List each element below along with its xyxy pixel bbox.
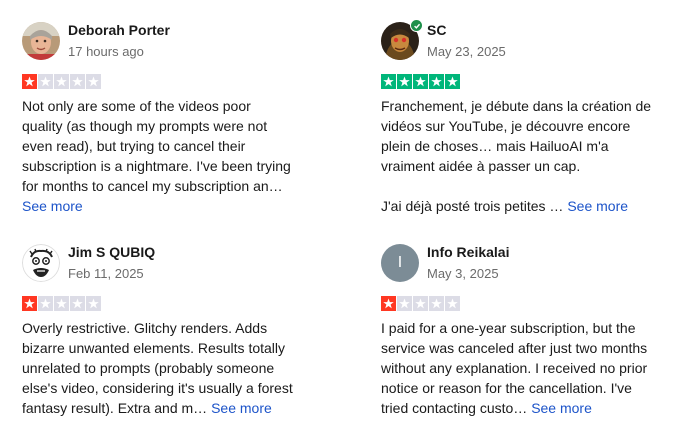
star-icon (38, 74, 53, 89)
star-icon (445, 296, 460, 311)
reviewer-name[interactable]: Deborah Porter (68, 21, 170, 39)
star-icon (397, 296, 412, 311)
review-line: Not only are some of the videos poor (22, 98, 251, 114)
reviewer-name[interactable]: Jim S QUBIQ (68, 243, 155, 261)
review-line: Franchement, je débute dans la création … (381, 98, 652, 114)
review-date: May 23, 2025 (427, 44, 506, 59)
review-line: unrelated to prompts (probably someone (22, 360, 275, 376)
star-rating (22, 74, 322, 90)
review-line: quality (as though my prompts were not (22, 118, 268, 134)
review-line: I paid for a one-year subscription, but … (381, 320, 636, 336)
star-rating (381, 74, 681, 90)
star-icon (54, 296, 69, 311)
star-icon (381, 296, 396, 311)
review-line: tried contacting custo… (381, 400, 528, 416)
see-more-link[interactable]: See more (567, 198, 628, 214)
avatar[interactable] (381, 19, 423, 60)
star-icon (22, 74, 37, 89)
review-line: vidéos sur YouTube, je découvre encore (381, 118, 631, 134)
star-rating (22, 296, 322, 312)
see-more-link[interactable]: See more (211, 400, 272, 416)
review-header: Deborah Porter 17 hours ago (22, 20, 322, 62)
review-card: I Info Reikalai May 3, 2025 I paid for a… (381, 242, 681, 418)
star-icon (70, 74, 85, 89)
star-rating (381, 296, 681, 312)
see-more-link[interactable]: See more (531, 400, 592, 416)
star-icon (445, 74, 460, 89)
review-header: SC May 23, 2025 (381, 19, 681, 62)
star-icon (22, 296, 37, 311)
review-line: for months to cancel my subscription an… (22, 178, 283, 194)
star-icon (38, 296, 53, 311)
review-date: Feb 11, 2025 (68, 266, 144, 281)
star-icon (70, 296, 85, 311)
review-line: without any explanation. I received no p… (381, 360, 648, 376)
reviews-grid: Deborah Porter 17 hours ago Not only are… (0, 0, 700, 427)
review-date: May 3, 2025 (427, 266, 499, 281)
avatar[interactable] (22, 244, 60, 282)
review-line: plein de choses… mais HailuoAI m'a (381, 138, 609, 154)
review-line: service was canceled after just two mont… (381, 340, 648, 356)
review-line: vraiment aidée à passer un cap. (381, 158, 581, 174)
review-text: I paid for a one-year subscription, but … (381, 318, 681, 418)
avatar[interactable]: I (381, 244, 419, 282)
review-text: Not only are some of the videos poor qua… (22, 96, 322, 216)
review-line: Overly restrictive. Glitchy renders. Add… (22, 320, 268, 336)
star-icon (86, 74, 101, 89)
review-text: Overly restrictive. Glitchy renders. Add… (22, 318, 322, 418)
star-icon (397, 74, 412, 89)
avatar[interactable] (22, 22, 60, 60)
review-date: 17 hours ago (68, 44, 144, 59)
review-line: notice or reason for the cancellation. I… (381, 380, 632, 396)
star-icon (413, 74, 428, 89)
see-more-link[interactable]: See more (22, 198, 83, 214)
review-card: SC May 23, 2025 Franchement, je débute d… (381, 19, 681, 216)
review-card: Jim S QUBIQ Feb 11, 2025 Overly restrict… (22, 242, 322, 418)
reviewer-name[interactable]: Info Reikalai (427, 243, 509, 261)
star-icon (54, 74, 69, 89)
star-icon (429, 296, 444, 311)
review-text: Franchement, je débute dans la création … (381, 96, 681, 216)
star-icon (429, 74, 444, 89)
review-line: bizarre unwanted elements. Results total… (22, 340, 286, 356)
star-icon (381, 74, 396, 89)
review-line: subscription is a nightmare. I've been t… (22, 158, 291, 174)
reviewer-name[interactable]: SC (427, 21, 506, 39)
star-icon (86, 296, 101, 311)
review-line: fantasy result). Extra and m… (22, 400, 208, 416)
review-header: I Info Reikalai May 3, 2025 (381, 242, 681, 284)
review-line: else's video, considering it's usually a… (22, 380, 293, 396)
review-header: Jim S QUBIQ Feb 11, 2025 (22, 242, 322, 284)
review-line: J'ai déjà posté trois petites … (381, 198, 564, 214)
review-line: even read), but trying to cancel their (22, 138, 246, 154)
review-card: Deborah Porter 17 hours ago Not only are… (22, 20, 322, 216)
avatar-initial: I (397, 254, 403, 271)
star-icon (413, 296, 428, 311)
verified-badge-icon (410, 19, 423, 32)
